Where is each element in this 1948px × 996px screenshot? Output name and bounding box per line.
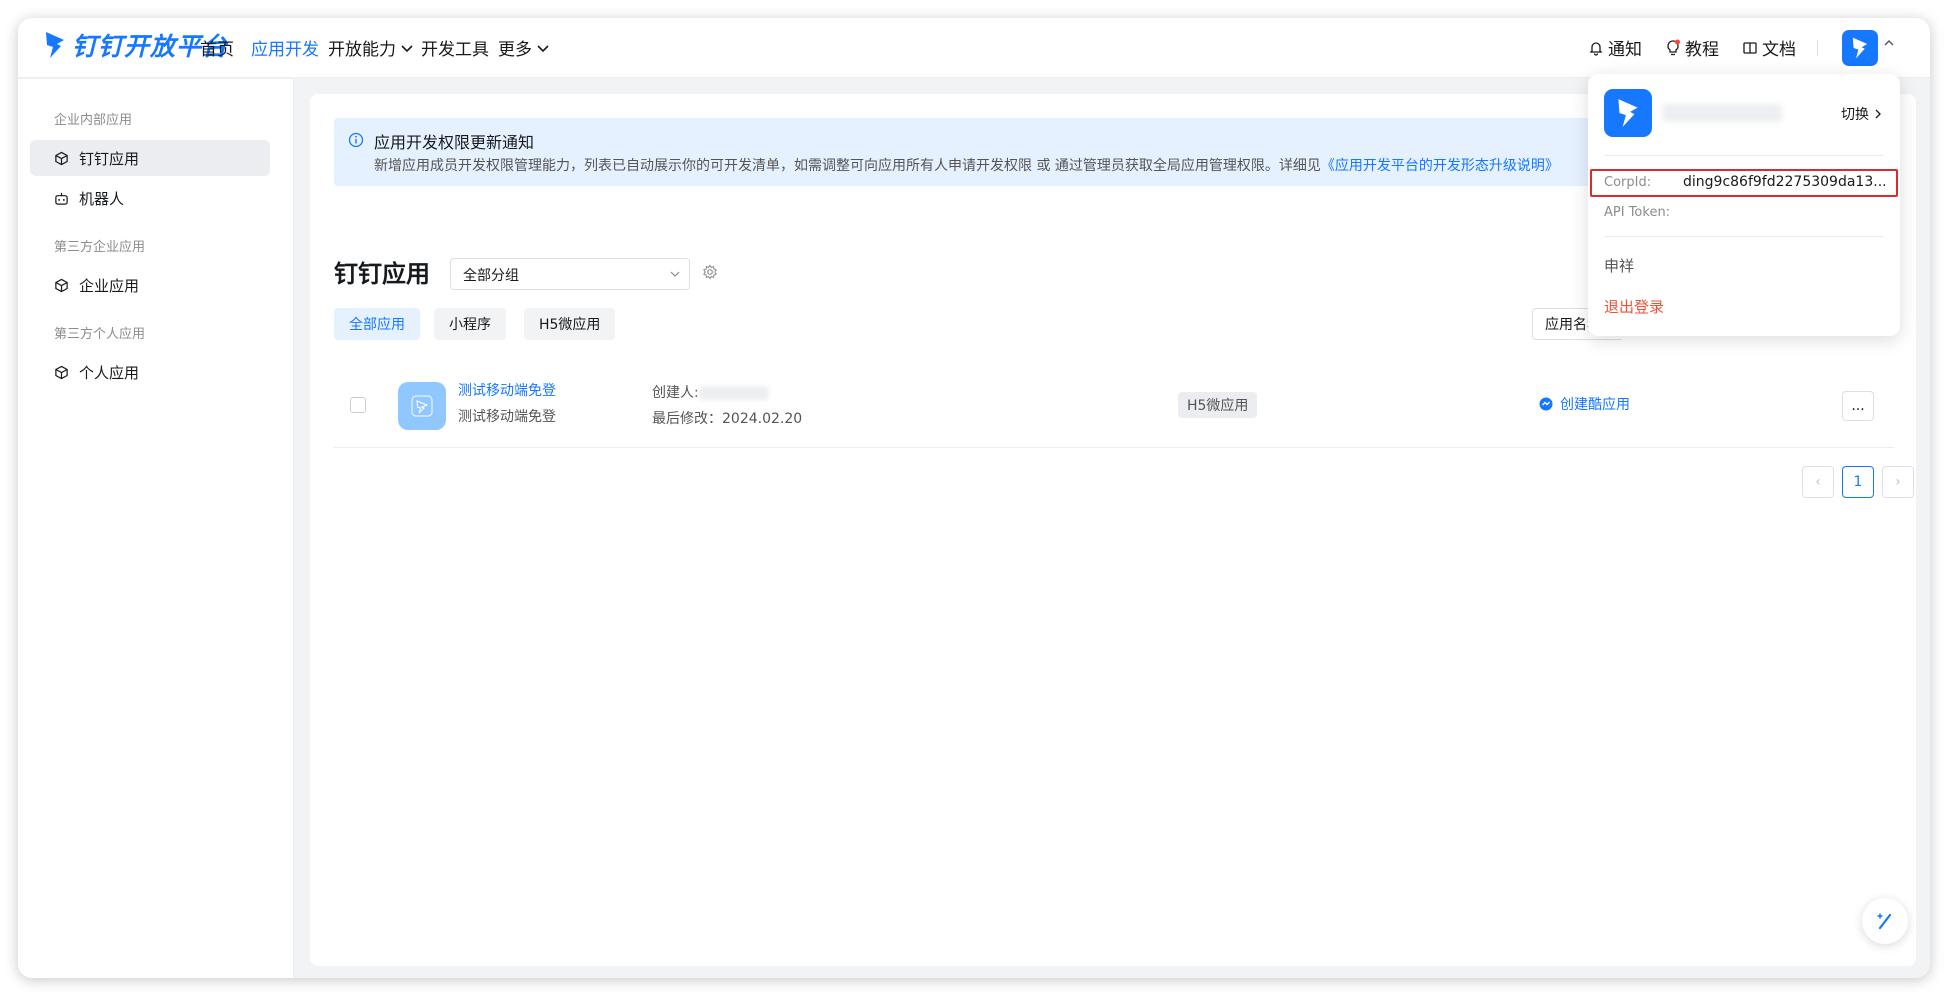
- app-modified: 最后修改：2024.02.20: [652, 411, 803, 427]
- nav-more[interactable]: 更多: [498, 35, 550, 60]
- nav-dev-tools[interactable]: 开发工具: [421, 35, 489, 60]
- cube-icon: [55, 151, 68, 165]
- bulb-icon: [1667, 39, 1680, 55]
- chevron-down-icon: [401, 44, 413, 52]
- bell-icon: [1589, 41, 1603, 56]
- sidebar-item-label: 钉钉应用: [79, 149, 140, 168]
- sidebar-group-internal: 企业内部应用: [54, 113, 133, 128]
- switch-org-label: 切换: [1841, 107, 1869, 123]
- dropdown-divider: [1604, 155, 1884, 156]
- top-nav: 钉钉开放平台 首页 应用开发 开放能力 开发工具 更多 通知 教程 文档: [18, 18, 1930, 78]
- create-cool-app-label: 创建酷应用: [1560, 397, 1630, 413]
- org-name-blurred: [1662, 104, 1782, 122]
- dingtalk-logo-icon: [46, 32, 64, 58]
- notice-body: 新增应用成员开发权限管理能力，列表已自动展示你的可开发清单，如需调整可向应用所有…: [374, 158, 1321, 174]
- group-select-value: 全部分组: [463, 268, 519, 284]
- sidebar-group-third-party-enterprise: 第三方企业应用: [54, 240, 146, 255]
- app-name-link[interactable]: 测试移动端免登: [458, 380, 556, 400]
- nav-open-capability[interactable]: 开放能力: [328, 35, 414, 60]
- nav-app-dev[interactable]: 应用开发: [251, 35, 319, 60]
- user-avatar[interactable]: [1842, 30, 1878, 66]
- sidebar: 企业内部应用 钉钉应用 机器人 第三方企业应用 企业应用 第三方个人应用 个人应…: [18, 79, 294, 978]
- app-icon: [398, 382, 446, 430]
- nav-home-label: 首页: [200, 40, 234, 60]
- group-select[interactable]: 全部分组: [450, 258, 690, 290]
- chevron-right-icon: [1875, 109, 1881, 119]
- nav-tutorials-label: 教程: [1685, 40, 1719, 60]
- pagination-page-1[interactable]: 1: [1842, 466, 1874, 498]
- pagination-prev[interactable]: ‹: [1802, 466, 1834, 498]
- tab-mini-program-label: 小程序: [449, 317, 491, 333]
- row-more-button[interactable]: ...: [1842, 391, 1874, 421]
- app-type-badge: H5微应用: [1178, 392, 1258, 418]
- sidebar-item-robot[interactable]: 机器人: [30, 180, 270, 216]
- tab-mini-program[interactable]: 小程序: [434, 308, 506, 340]
- sidebar-item-enterprise-apps[interactable]: 企业应用: [30, 267, 270, 303]
- book-icon: [1743, 41, 1757, 54]
- pagination-next[interactable]: ›: [1882, 466, 1914, 498]
- dropdown-divider: [1604, 236, 1884, 237]
- sidebar-item-label: 企业应用: [79, 276, 140, 295]
- nav-docs[interactable]: 文档: [1742, 35, 1796, 60]
- chevron-down-icon: [670, 271, 680, 277]
- nav-tutorials[interactable]: 教程: [1665, 35, 1719, 60]
- corpid-value[interactable]: ding9c86f9fd2275309da13...: [1683, 174, 1887, 190]
- cube-icon: [55, 278, 68, 292]
- user-name: 申祥: [1604, 257, 1635, 275]
- page-title: 钉钉应用: [334, 260, 430, 288]
- ai-assistant-button[interactable]: [1862, 898, 1908, 944]
- nav-notifications[interactable]: 通知: [1588, 35, 1642, 60]
- gear-icon[interactable]: [702, 264, 718, 280]
- table-row: 测试移动端免登 测试移动端免登 创建人: 最后修改：2024.02.20 H5微…: [334, 362, 1894, 448]
- switch-org-button[interactable]: 切换: [1841, 104, 1884, 124]
- sidebar-item-dingtalk-apps[interactable]: 钉钉应用: [30, 140, 270, 176]
- org-avatar: [1604, 89, 1652, 137]
- sidebar-item-label: 机器人: [79, 189, 125, 208]
- tab-all-apps-label: 全部应用: [349, 317, 405, 333]
- dingtalk-logo-icon: [1852, 37, 1868, 59]
- nav-more-label: 更多: [498, 40, 532, 60]
- api-token-label: API Token:: [1604, 205, 1671, 220]
- chevron-down-icon: [537, 44, 549, 52]
- notice-link[interactable]: 《应用开发平台的开发形态升级说明》: [1321, 158, 1559, 174]
- dingtalk-logo-icon: [411, 395, 433, 417]
- app-description: 测试移动端免登: [458, 409, 556, 425]
- cube-icon: [55, 365, 68, 379]
- nav-dev-tools-label: 开发工具: [421, 40, 489, 60]
- account-dropdown: 切换 CorpId: ding9c86f9fd2275309da13... AP…: [1588, 74, 1900, 336]
- robot-icon: [55, 192, 68, 205]
- nav-app-dev-label: 应用开发: [251, 40, 319, 60]
- nav-divider: [1817, 40, 1818, 56]
- logout-button[interactable]: 退出登录: [1604, 296, 1664, 317]
- info-icon: [348, 132, 364, 148]
- chevron-up-icon[interactable]: [1882, 36, 1896, 50]
- app-window: 钉钉开放平台 首页 应用开发 开放能力 开发工具 更多 通知 教程 文档 企业内…: [18, 18, 1930, 978]
- magic-wand-icon: [1877, 913, 1892, 930]
- sidebar-item-personal-apps[interactable]: 个人应用: [30, 354, 270, 390]
- nav-home[interactable]: 首页: [200, 35, 234, 60]
- row-checkbox[interactable]: [350, 397, 366, 413]
- notice-text: 新增应用成员开发权限管理能力，列表已自动展示你的可开发清单，如需调整可向应用所有…: [374, 155, 1559, 175]
- sidebar-group-third-party-personal: 第三方个人应用: [54, 327, 146, 342]
- corpid-label: CorpId:: [1604, 175, 1652, 190]
- tab-h5-app-label: H5微应用: [539, 317, 601, 333]
- nav-docs-label: 文档: [1762, 40, 1796, 60]
- sidebar-item-label: 个人应用: [79, 363, 140, 382]
- tab-all-apps[interactable]: 全部应用: [334, 308, 420, 340]
- app-creator: 创建人:: [652, 382, 769, 402]
- dingtalk-logo-icon: [1618, 99, 1638, 127]
- create-cool-app-link[interactable]: 创建酷应用: [1538, 394, 1630, 414]
- notice-title: 应用开发权限更新通知: [374, 133, 535, 152]
- creator-name-blurred: [698, 386, 769, 400]
- tab-h5-app[interactable]: H5微应用: [524, 308, 616, 340]
- nav-open-capability-label: 开放能力: [328, 40, 396, 60]
- creator-label: 创建人:: [652, 385, 699, 401]
- nav-notifications-label: 通知: [1608, 40, 1642, 60]
- cool-app-icon: [1539, 397, 1553, 411]
